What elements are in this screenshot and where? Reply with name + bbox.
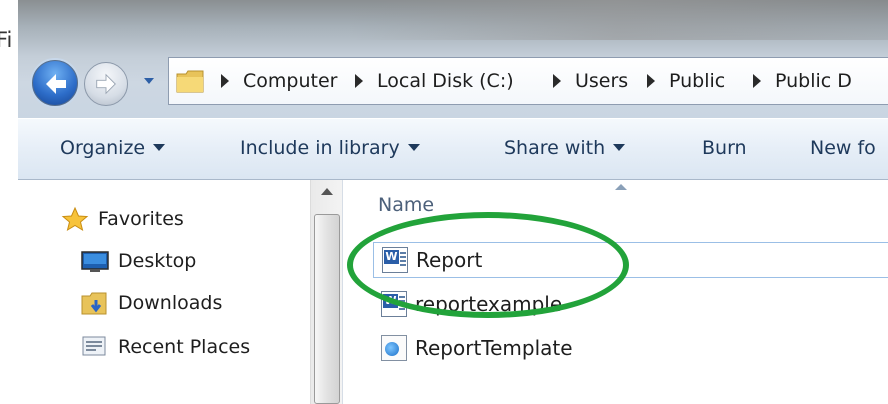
downloads-folder-icon xyxy=(81,292,107,315)
recent-places-icon xyxy=(82,336,106,356)
nav-downloads[interactable]: Downloads xyxy=(80,288,222,318)
breadcrumb-arrow-icon[interactable] xyxy=(647,74,655,88)
file-row-reportexample[interactable]: W reportexample xyxy=(373,286,888,322)
title-bar: Computer Local Disk (C:) Users Public Pu… xyxy=(18,0,888,118)
breadcrumb-users[interactable]: Users xyxy=(575,70,628,92)
share-with-button[interactable]: Share with xyxy=(504,137,626,159)
organize-button[interactable]: Organize xyxy=(60,137,166,159)
word-doc-icon: W xyxy=(381,291,407,317)
command-bar: Organize Include in library Share with B… xyxy=(18,118,888,180)
explorer-window: Computer Local Disk (C:) Users Public Pu… xyxy=(18,0,888,404)
navigation-pane: Favorites Desktop Downloads Recent Place… xyxy=(18,180,314,404)
forward-arrow-icon xyxy=(96,73,116,95)
back-button[interactable] xyxy=(30,58,80,108)
chevron-down-icon xyxy=(613,144,626,151)
chevron-up-icon xyxy=(321,188,333,195)
nav-pane-scrollbar[interactable] xyxy=(310,180,342,404)
recent-pages-dropdown-icon[interactable] xyxy=(142,74,156,88)
background-window-text: Fi xyxy=(0,28,13,52)
nav-desktop-label: Desktop xyxy=(118,250,197,272)
chevron-down-icon xyxy=(407,144,420,151)
chevron-down-icon xyxy=(153,144,166,151)
include-in-library-button[interactable]: Include in library xyxy=(240,137,420,159)
column-header-name[interactable]: Name xyxy=(378,194,434,216)
nav-downloads-label: Downloads xyxy=(118,292,223,314)
nav-recent-places[interactable]: Recent Places xyxy=(80,332,250,362)
folder-icon xyxy=(176,70,204,93)
breadcrumb-local-disk[interactable]: Local Disk (C:) xyxy=(377,70,514,92)
file-row-report[interactable]: W Report xyxy=(373,242,888,278)
breadcrumb-public[interactable]: Public xyxy=(669,70,725,92)
file-name: Report xyxy=(416,248,483,272)
breadcrumb-arrow-icon[interactable] xyxy=(753,74,761,88)
file-row-reporttemplate[interactable]: ReportTemplate xyxy=(373,330,888,366)
new-folder-button[interactable]: New fo xyxy=(810,137,876,159)
star-icon xyxy=(61,206,89,232)
scroll-up-button[interactable] xyxy=(311,180,343,204)
address-bar[interactable]: Computer Local Disk (C:) Users Public Pu… xyxy=(168,57,888,105)
forward-button[interactable] xyxy=(84,62,128,106)
breadcrumb-arrow-icon[interactable] xyxy=(221,74,229,88)
burn-button[interactable]: Burn xyxy=(702,137,747,159)
background-window-edge: Fi xyxy=(0,0,18,404)
nav-recent-places-label: Recent Places xyxy=(118,336,251,358)
word-doc-icon: W xyxy=(382,247,408,273)
back-arrow-icon xyxy=(46,74,66,94)
file-name: ReportTemplate xyxy=(415,336,573,360)
web-template-icon xyxy=(381,335,407,361)
scroll-thumb[interactable] xyxy=(314,214,340,404)
nav-favorites[interactable]: Favorites xyxy=(60,204,184,234)
sort-ascending-icon xyxy=(615,184,627,190)
file-list: Name W Report W reportexample ReportTemp… xyxy=(343,180,888,404)
breadcrumb-computer[interactable]: Computer xyxy=(243,70,337,92)
desktop-icon xyxy=(81,251,109,272)
file-name: reportexample xyxy=(415,292,563,316)
breadcrumb-arrow-icon[interactable] xyxy=(355,74,363,88)
nav-desktop[interactable]: Desktop xyxy=(80,246,196,276)
nav-favorites-label: Favorites xyxy=(98,208,184,230)
breadcrumb-public-documents[interactable]: Public D xyxy=(775,70,852,92)
breadcrumb-arrow-icon[interactable] xyxy=(553,74,561,88)
